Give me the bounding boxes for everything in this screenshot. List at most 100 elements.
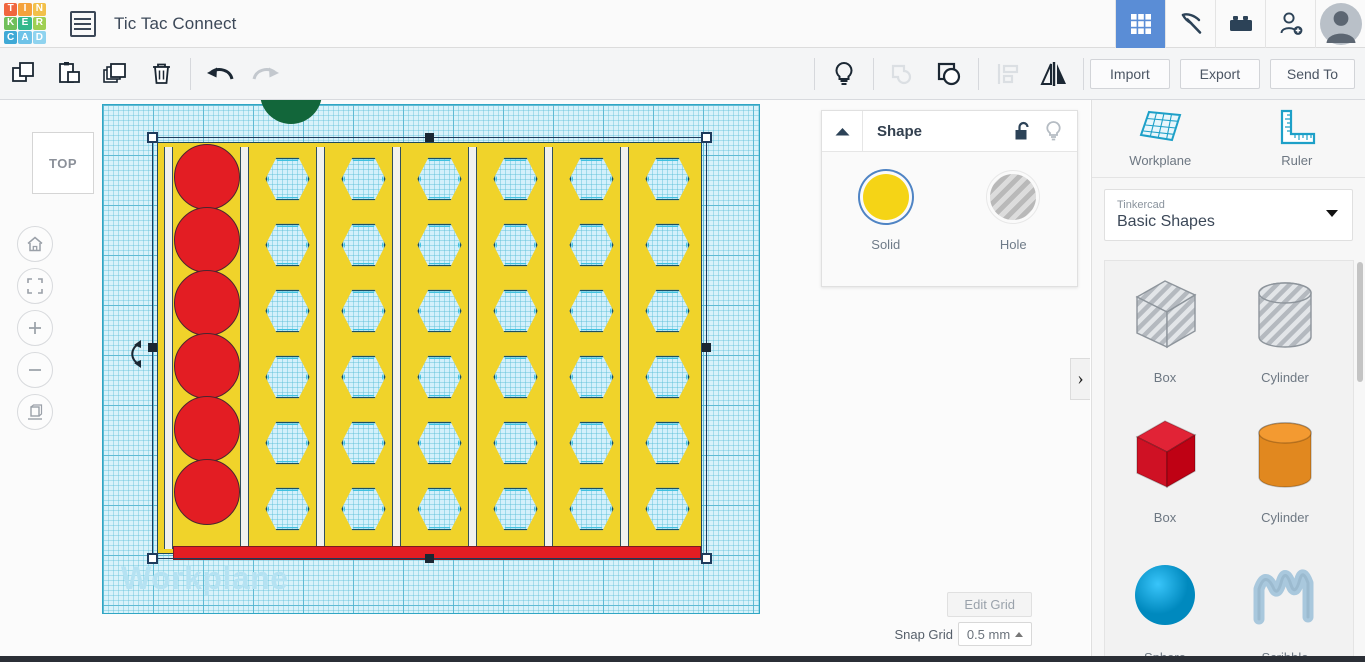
game-piece[interactable] [174,333,240,399]
logo-tile-n: N [33,3,46,16]
ruler-tool[interactable]: Ruler [1229,100,1365,177]
grid-icon [1129,12,1153,36]
undo-button[interactable] [197,48,243,100]
home-icon [25,234,45,254]
shape-item-hole-cylinder[interactable]: Cylinder [1225,261,1345,401]
shape-option-solid[interactable]: Solid [822,174,950,252]
unlock-icon[interactable] [1013,121,1032,142]
board-slot[interactable] [316,147,325,549]
brick-icon [1228,13,1254,35]
shape-item-label: Box [1154,370,1176,385]
fit-to-view-button[interactable] [17,268,53,304]
shape-panel-body: Solid Hole [822,152,1077,252]
perspective-icon [25,402,45,422]
shape-item-hole-box[interactable]: Box [1105,261,1225,401]
top-bar: TINKERCAD Tic Tac Connect [0,0,1365,48]
mirror-icon [1039,60,1069,88]
delete-button[interactable] [138,48,184,100]
notes-button[interactable] [821,48,867,100]
page-title: Tic Tac Connect [114,14,236,34]
paste-icon [56,60,83,87]
mirror-button[interactable] [1031,48,1077,100]
solid-box-icon [1125,415,1205,502]
home-view-button[interactable] [17,226,53,262]
shape-item-solid-cylinder[interactable]: Cylinder [1225,401,1345,541]
game-piece[interactable] [174,270,240,336]
lightbulb-icon[interactable] [1044,120,1063,142]
solid-swatch[interactable] [863,174,909,220]
avatar[interactable] [1315,0,1365,48]
board-slot[interactable] [468,147,477,549]
copy-button[interactable] [0,48,46,100]
toolbar-right-group: Import Export Send To [808,48,1365,100]
shape-item-scribble[interactable]: Scribble [1225,541,1345,662]
snap-grid-select[interactable]: 0.5 mm [958,622,1032,646]
hole-box-icon [1125,275,1205,362]
zoom-in-button[interactable] [17,310,53,346]
paste-button[interactable] [46,48,92,100]
copy-icon [10,60,37,87]
edit-toolbar: Import Export Send To [0,48,1365,100]
ungroup-button[interactable] [926,48,972,100]
ruler-icon [1276,109,1318,147]
triangle-up-icon [834,126,851,137]
ungroup-shapes-icon [935,60,963,88]
send-to-button[interactable]: Send To [1270,59,1355,89]
shape-item-label: Cylinder [1261,510,1309,525]
shape-panel-header: Shape [822,111,1077,152]
group-shapes-icon [889,60,917,88]
game-piece[interactable] [174,396,240,462]
invite-people-button[interactable] [1265,0,1315,48]
library-name: Basic Shapes [1117,212,1340,232]
pickaxe-icon [1178,11,1204,37]
shape-item-solid-box[interactable]: Box [1105,401,1225,541]
chevron-down-icon[interactable] [1326,210,1338,217]
plus-icon [25,318,45,338]
add-user-icon [1278,11,1304,37]
shape-panel-icons [1013,120,1077,142]
import-button[interactable]: Import [1090,59,1170,89]
view-cube[interactable]: TOP [32,132,94,194]
game-piece[interactable] [174,459,240,525]
shapes-sidebar: Workplane Ruler Tinkercad Basic Shapes B… [1091,100,1365,662]
rotate-icon [124,338,146,370]
workplane-tool[interactable]: Workplane [1092,100,1229,177]
sphere-icon [1125,555,1205,642]
sidebar-scrollbar[interactable] [1357,262,1363,382]
toolbar-divider [978,58,979,90]
board-slot[interactable] [544,147,553,549]
red-base-bar[interactable] [173,546,701,560]
snap-grid-label: Snap Grid [894,627,953,642]
rotate-handle[interactable] [124,338,146,368]
tab-bricks[interactable] [1215,0,1265,48]
duplicate-button[interactable] [92,48,138,100]
collapse-panel-button[interactable] [822,111,863,152]
board-slot[interactable] [620,147,629,549]
toolbar-divider [873,58,874,90]
workplane-tool-label: Workplane [1129,153,1191,168]
board-slot[interactable] [240,147,249,549]
tab-3d-design[interactable] [1115,0,1165,48]
edit-grid-button[interactable]: Edit Grid [947,592,1032,617]
logo-tile-t: T [4,3,17,16]
game-piece[interactable] [174,144,240,210]
tinkercad-logo[interactable]: TINKERCAD [2,1,48,47]
game-pieces-column[interactable] [174,144,240,522]
toggle-projection-button[interactable] [17,394,53,430]
board-slot[interactable] [392,147,401,549]
export-button[interactable]: Export [1180,59,1260,89]
sidebar-tools: Workplane Ruler [1092,100,1365,178]
zoom-out-button[interactable] [17,352,53,388]
tic-tac-connect-model[interactable] [157,142,702,554]
board-slot[interactable] [164,147,173,549]
shape-option-hole[interactable]: Hole [950,174,1078,252]
hole-swatch[interactable] [990,174,1036,220]
ruler-tool-label: Ruler [1281,153,1312,168]
game-piece[interactable] [174,207,240,273]
canvas-status-bar: Edit Grid Snap Grid 0.5 mm [102,580,1090,642]
shape-item-sphere[interactable]: Sphere [1105,541,1225,662]
shape-library-select[interactable]: Tinkercad Basic Shapes [1104,189,1353,241]
tab-codeblocks[interactable] [1165,0,1215,48]
design-list-icon[interactable] [70,11,96,37]
expand-panel-tab[interactable]: › [1070,358,1090,400]
